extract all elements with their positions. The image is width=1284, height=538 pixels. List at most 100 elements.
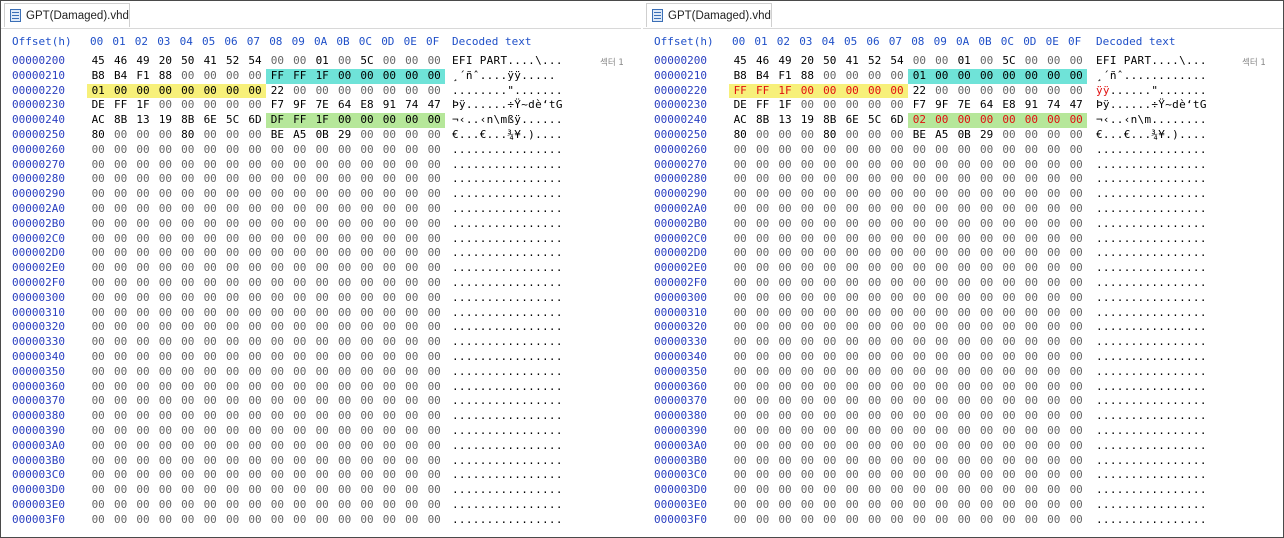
hex-row[interactable]: 000002C0 00 00 00 00 00 00 00 00 00 00 00 00 00 00 00 00…: [643, 232, 1283, 247]
hex-byte[interactable]: 00: [796, 98, 818, 113]
hex-byte[interactable]: 00: [886, 498, 908, 513]
hex-byte[interactable]: 00: [1065, 84, 1087, 99]
hex-byte[interactable]: 00: [109, 365, 131, 380]
hex-row[interactable]: 00000330 00 00 00 00 00 00 00 00 00 00 00 00 00 00 00 00…: [643, 335, 1283, 350]
hex-byte[interactable]: 00: [1020, 84, 1042, 99]
hex-byte[interactable]: 00: [1020, 483, 1042, 498]
hex-byte[interactable]: 00: [401, 424, 423, 439]
hex-byte[interactable]: 00: [244, 409, 266, 424]
hex-byte[interactable]: 00: [199, 158, 221, 173]
hex-byte[interactable]: 00: [423, 454, 445, 469]
hex-byte[interactable]: 00: [132, 143, 154, 158]
hex-byte[interactable]: 00: [931, 172, 953, 187]
hex-byte[interactable]: 00: [1043, 187, 1065, 202]
hex-byte[interactable]: 00: [132, 409, 154, 424]
hex-byte[interactable]: 00: [998, 394, 1020, 409]
hex-byte[interactable]: 00: [132, 187, 154, 202]
hex-byte[interactable]: 00: [378, 365, 400, 380]
hex-byte[interactable]: 00: [356, 158, 378, 173]
hex-byte[interactable]: 00: [774, 306, 796, 321]
hex-byte[interactable]: 00: [423, 439, 445, 454]
hex-byte[interactable]: 00: [356, 365, 378, 380]
hex-byte[interactable]: 20: [154, 54, 176, 69]
hex-byte[interactable]: 00: [863, 483, 885, 498]
hex-byte[interactable]: 00: [796, 291, 818, 306]
hex-byte[interactable]: 00: [378, 483, 400, 498]
hex-byte[interactable]: 00: [819, 158, 841, 173]
decoded-text[interactable]: ................: [452, 158, 563, 173]
hex-byte[interactable]: 00: [886, 187, 908, 202]
hex-byte[interactable]: 00: [266, 409, 288, 424]
hex-byte[interactable]: 00: [1043, 291, 1065, 306]
hex-row[interactable]: 000003D0 00 00 00 00 00 00 00 00 00 00 00 00 00 00 00 00…: [643, 483, 1283, 498]
hex-byte[interactable]: 00: [132, 454, 154, 469]
decoded-text[interactable]: ................: [452, 498, 563, 513]
hex-byte[interactable]: 00: [244, 306, 266, 321]
hex-byte[interactable]: 29: [333, 128, 355, 143]
hex-byte[interactable]: 00: [423, 202, 445, 217]
hex-byte[interactable]: 00: [908, 246, 930, 261]
hex-byte[interactable]: 00: [132, 261, 154, 276]
hex-byte[interactable]: 00: [221, 217, 243, 232]
hex-byte[interactable]: 00: [1020, 291, 1042, 306]
hex-byte[interactable]: 00: [908, 380, 930, 395]
hex-byte[interactable]: 00: [975, 158, 997, 173]
decoded-text[interactable]: ................: [452, 335, 563, 350]
hex-byte[interactable]: FF: [288, 113, 311, 128]
hex-byte[interactable]: 00: [863, 439, 885, 454]
decoded-text[interactable]: ................: [452, 246, 563, 261]
hex-byte[interactable]: AC: [87, 113, 109, 128]
hex-byte[interactable]: 00: [423, 232, 445, 247]
hex-byte[interactable]: 00: [356, 232, 378, 247]
hex-byte[interactable]: 20: [796, 54, 818, 69]
hex-byte[interactable]: 00: [154, 128, 176, 143]
hex-byte[interactable]: 00: [401, 394, 423, 409]
hex-byte[interactable]: 00: [774, 498, 796, 513]
hex-byte[interactable]: 00: [819, 424, 841, 439]
hex-byte[interactable]: 00: [819, 320, 841, 335]
hex-byte[interactable]: 00: [930, 113, 953, 128]
hex-byte[interactable]: 6D: [244, 113, 266, 128]
hex-byte[interactable]: 00: [221, 409, 243, 424]
hex-byte[interactable]: 00: [975, 217, 997, 232]
hex-byte[interactable]: 49: [132, 54, 154, 69]
hex-byte[interactable]: 00: [401, 172, 423, 187]
hex-byte[interactable]: 00: [311, 217, 333, 232]
hex-byte[interactable]: 00: [819, 365, 841, 380]
hex-byte[interactable]: 00: [819, 439, 841, 454]
hex-byte[interactable]: 00: [1065, 128, 1087, 143]
hex-byte[interactable]: 00: [751, 409, 773, 424]
hex-byte[interactable]: 00: [244, 246, 266, 261]
hex-byte[interactable]: 00: [796, 261, 818, 276]
hex-byte[interactable]: 00: [1043, 513, 1065, 528]
hex-byte[interactable]: 00: [87, 424, 109, 439]
hex-byte[interactable]: 00: [132, 424, 154, 439]
hex-byte[interactable]: 00: [378, 454, 400, 469]
hex-byte[interactable]: 00: [1043, 498, 1065, 513]
hex-byte[interactable]: 00: [998, 468, 1020, 483]
hex-byte[interactable]: 00: [177, 468, 199, 483]
hex-byte[interactable]: 00: [1065, 68, 1088, 84]
hex-byte[interactable]: 00: [401, 409, 423, 424]
hex-byte[interactable]: 00: [199, 172, 221, 187]
hex-byte[interactable]: 00: [401, 439, 423, 454]
hex-byte[interactable]: 00: [953, 232, 975, 247]
hex-byte[interactable]: 00: [998, 306, 1020, 321]
hex-byte[interactable]: 00: [109, 483, 131, 498]
hex-byte[interactable]: 00: [289, 202, 311, 217]
hex-byte[interactable]: 00: [87, 439, 109, 454]
hex-byte[interactable]: 00: [886, 394, 908, 409]
decoded-text[interactable]: ................: [1096, 513, 1207, 528]
hex-byte[interactable]: 00: [221, 232, 243, 247]
hex-byte[interactable]: 00: [908, 158, 930, 173]
hex-byte[interactable]: 00: [199, 217, 221, 232]
hex-byte[interactable]: 00: [1020, 306, 1042, 321]
hex-byte[interactable]: 00: [1043, 439, 1065, 454]
hex-byte[interactable]: 00: [796, 306, 818, 321]
hex-byte[interactable]: 00: [311, 483, 333, 498]
hex-byte[interactable]: 13: [774, 113, 796, 128]
hex-byte[interactable]: 00: [199, 291, 221, 306]
hex-byte[interactable]: 00: [774, 335, 796, 350]
hex-byte[interactable]: 00: [1020, 365, 1042, 380]
hex-byte[interactable]: 00: [221, 483, 243, 498]
